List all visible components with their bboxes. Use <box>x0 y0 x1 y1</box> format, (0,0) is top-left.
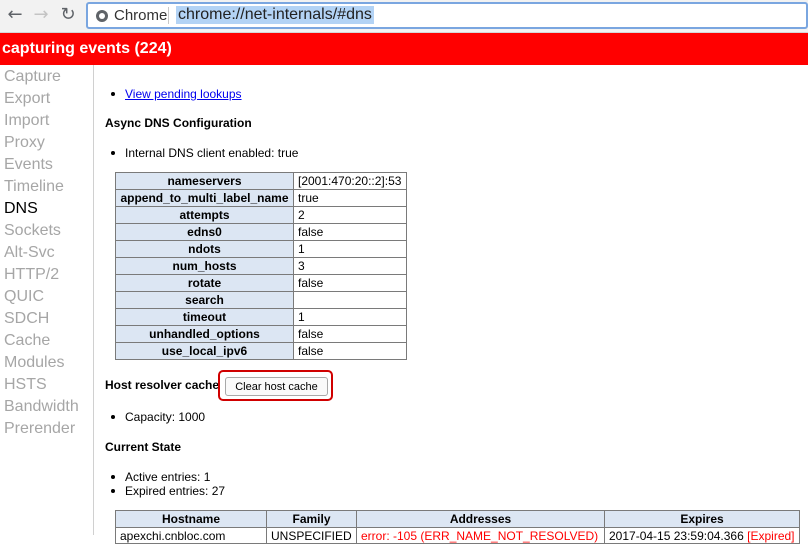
config-key: num_hosts <box>115 257 294 275</box>
reload-icon[interactable]: ↻ <box>57 4 79 26</box>
current-state-heading: Current State <box>105 440 182 454</box>
hostname-cell-text: apexchi.cnbloc.com <box>120 528 226 543</box>
config-key: nameservers <box>115 172 294 190</box>
chrome-scheme-label: Chrome <box>114 7 168 24</box>
active-entries-item: Active entries: 1 <box>110 470 211 484</box>
sidebar-item-cache[interactable]: Cache <box>0 330 93 352</box>
sidebar-item-sdch[interactable]: SDCH <box>0 308 93 330</box>
table-row: apexchi.cnbloc.com UNSPECIFIED error: -105… <box>115 527 800 544</box>
hostname-cell: apexchi.cnbloc.com <box>115 527 267 544</box>
family-cell: UNSPECIFIED <box>266 527 357 544</box>
sidebar-item-capture[interactable]: Capture <box>0 66 93 88</box>
config-value: 3 <box>293 257 407 275</box>
config-value: false <box>293 223 407 241</box>
capture-status-text: capturing events (224) <box>2 40 172 57</box>
config-key: rotate <box>115 274 294 292</box>
browser-toolbar: ← → ↻ Chrome chrome://net-internals/#dns <box>0 0 808 33</box>
address-bar[interactable]: Chrome chrome://net-internals/#dns <box>86 2 808 29</box>
expired-entries-item: Expired entries: 27 <box>110 484 226 498</box>
sidebar-item-dns[interactable]: DNS <box>0 198 93 220</box>
internal-client-text: Internal DNS client enabled: true <box>125 146 299 160</box>
config-value: true <box>293 189 407 207</box>
config-key: timeout <box>115 308 294 326</box>
config-value <box>293 291 407 309</box>
sidebar-item-timeline[interactable]: Timeline <box>0 176 93 198</box>
expires-cell: 2017-04-15 23:59:04.366 [Expired] <box>604 527 800 544</box>
hostname-column-header: Hostname <box>115 510 267 528</box>
config-key: ndots <box>115 240 294 258</box>
config-value: 1 <box>293 308 407 326</box>
config-key: attempts <box>115 206 294 224</box>
sidebar-item-sockets[interactable]: Sockets <box>0 220 93 242</box>
addresses-column-header: Addresses <box>356 510 605 528</box>
back-arrow-icon[interactable]: ← <box>4 4 26 26</box>
config-row: nameservers [2001:470:20::2]:53 <box>115 172 407 190</box>
config-row: unhandled_options false <box>115 325 407 343</box>
async-dns-heading: Async DNS Configuration <box>105 116 252 130</box>
sidebar-item-hsts[interactable]: HSTS <box>0 374 93 396</box>
config-value: false <box>293 342 407 360</box>
config-key: append_to_multi_label_name <box>115 189 294 207</box>
sidebar-item-http-2[interactable]: HTTP/2 <box>0 264 93 286</box>
config-key: use_local_ipv6 <box>115 342 294 360</box>
addresses-cell-text: error: -105 (ERR_NAME_NOT_RESOLVED) <box>361 528 599 543</box>
entries-header-row: Hostname Family Addresses Expires <box>115 510 800 528</box>
config-row: ndots 1 <box>115 240 407 258</box>
sidebar-item-export[interactable]: Export <box>0 88 93 110</box>
family-cell-text: UNSPECIFIED <box>271 528 352 543</box>
address-url[interactable]: chrome://net-internals/#dns <box>176 6 374 24</box>
config-row: attempts 2 <box>115 206 407 224</box>
sidebar-item-quic[interactable]: QUIC <box>0 286 93 308</box>
internal-client-item: Internal DNS client enabled: true <box>110 146 299 160</box>
view-pending-lookups-link[interactable]: View pending lookups <box>125 87 242 101</box>
host-cache-entries-table: Hostname Family Addresses Expires apexch… <box>115 510 800 544</box>
sidebar-item-modules[interactable]: Modules <box>0 352 93 374</box>
expired-entries-text: Expired entries: 27 <box>125 484 226 498</box>
pending-lookups-item: View pending lookups <box>111 87 242 101</box>
config-key: unhandled_options <box>115 325 294 343</box>
config-row: search <box>115 291 407 309</box>
addresses-cell: error: -105 (ERR_NAME_NOT_RESOLVED) <box>356 527 605 544</box>
config-value: false <box>293 325 407 343</box>
expires-cell-text: 2017-04-15 23:59:04.366 <box>609 528 744 543</box>
config-key: edns0 <box>115 223 294 241</box>
clear-host-cache-highlight: Clear host cache <box>218 370 333 401</box>
chrome-logo-icon <box>96 10 108 22</box>
sidebar-item-import[interactable]: Import <box>0 110 93 132</box>
sidebar-item-alt-svc[interactable]: Alt-Svc <box>0 242 93 264</box>
forward-arrow-icon[interactable]: → <box>30 4 52 26</box>
config-row: edns0 false <box>115 223 407 241</box>
config-row: rotate false <box>115 274 407 292</box>
sidebar-item-proxy[interactable]: Proxy <box>0 132 93 154</box>
capacity-item: Capacity: 1000 <box>110 410 206 424</box>
config-value: 2 <box>293 206 407 224</box>
active-entries-text: Active entries: 1 <box>125 470 211 484</box>
sidebar-item-bandwidth[interactable]: Bandwidth <box>0 396 93 418</box>
host-resolver-cache-heading: Host resolver cache <box>105 378 220 392</box>
expired-tag: [Expired] <box>747 528 795 543</box>
config-row: timeout 1 <box>115 308 407 326</box>
expires-column-header: Expires <box>604 510 800 528</box>
config-row: append_to_multi_label_name true <box>115 189 407 207</box>
sidebar-item-events[interactable]: Events <box>0 154 93 176</box>
config-row: num_hosts 3 <box>115 257 407 275</box>
dns-config-table: nameservers [2001:470:20::2]:53 append_to_… <box>115 172 407 360</box>
family-column-header: Family <box>266 510 357 528</box>
config-value: 1 <box>293 240 407 258</box>
config-row: use_local_ipv6 false <box>115 342 407 360</box>
config-value: false <box>293 274 407 292</box>
capacity-text: Capacity: 1000 <box>125 410 206 424</box>
config-value: [2001:470:20::2]:53 <box>293 172 407 190</box>
config-key: search <box>115 291 294 309</box>
capture-status-bar: capturing events (224) <box>0 33 808 65</box>
sidebar-item-prerender[interactable]: Prerender <box>0 418 93 440</box>
omnibox-divider <box>168 7 169 24</box>
clear-host-cache-button[interactable]: Clear host cache <box>225 377 328 396</box>
sidebar-nav: Capture Export Import Proxy Events Timeline DN… <box>0 65 93 440</box>
sidebar: Capture Export Import Proxy Events Timeline DN… <box>0 65 94 535</box>
